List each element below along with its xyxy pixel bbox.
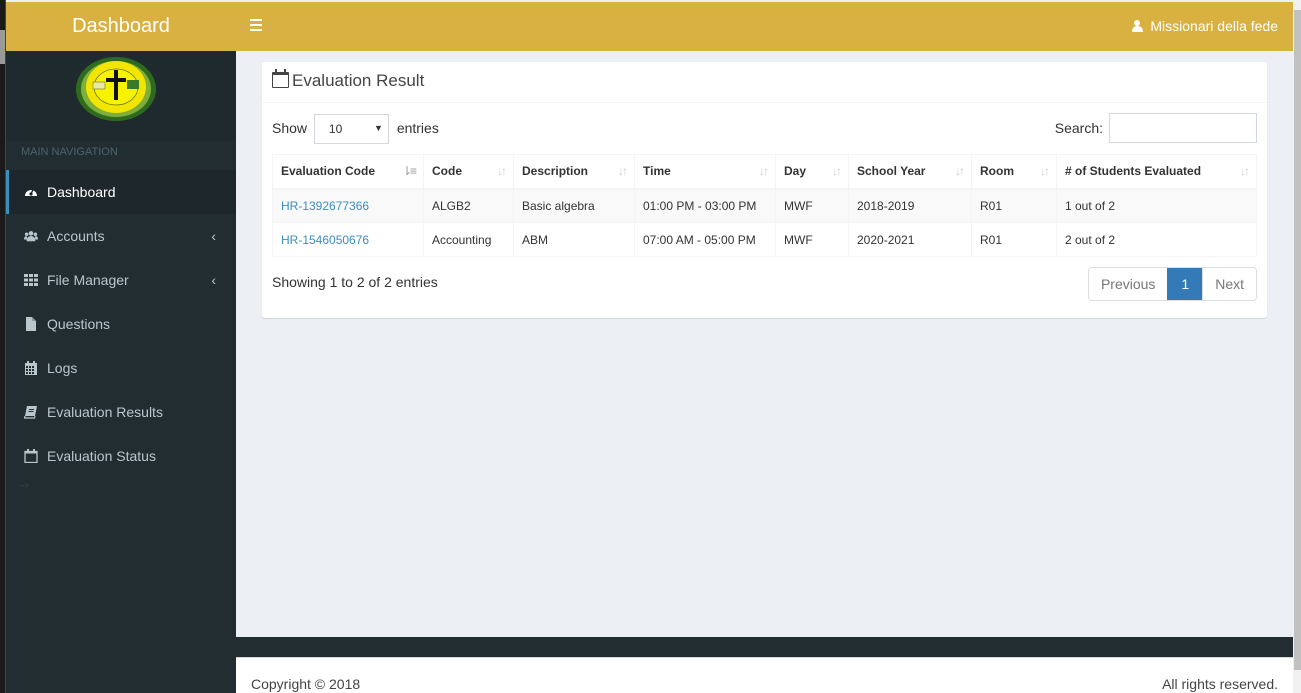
column-header-room[interactable]: Room ↓↑ <box>971 154 1057 190</box>
window-edge-chip <box>0 30 5 64</box>
table-info: Showing 1 to 2 of 2 entries <box>272 274 438 290</box>
cell-school-year: 2020-2021 <box>848 222 972 257</box>
sidebar-item-evaluation-status[interactable]: Evaluation Status <box>6 434 236 478</box>
sidebar-item-label: Logs <box>47 360 78 376</box>
sidebar-item-label: Accounts <box>47 228 105 244</box>
sidebar-item-file-manager[interactable]: File Manager ‹ <box>6 258 236 302</box>
brand-title[interactable]: Dashboard <box>6 2 236 51</box>
sidebar-item-logs[interactable]: Logs <box>6 346 236 390</box>
evaluation-table: Evaluation Code ⇂≡ Code ↓↑ Description ↓↑ T… <box>272 154 1257 257</box>
column-header-day[interactable]: Day ↓↑ <box>775 154 849 190</box>
calendar-o-icon <box>272 69 289 88</box>
evaluation-result-box: Evaluation Result Show 10 ▼ entries Searc… <box>262 62 1267 318</box>
entries-select[interactable]: 10 <box>313 114 389 144</box>
hamburger-icon[interactable] <box>250 16 264 36</box>
cell-description: ABM <box>513 222 635 257</box>
cell-school-year: 2018-2019 <box>848 188 972 223</box>
nav-header: MAIN NAVIGATION <box>21 146 118 158</box>
sidebar-item-label: Evaluation Results <box>47 404 163 420</box>
cell-day: MWF <box>775 222 849 257</box>
sidebar-item-accounts[interactable]: Accounts ‹ <box>6 214 236 258</box>
sort-icon: ↓↑ <box>759 164 769 178</box>
user-icon <box>1132 20 1144 32</box>
length-prefix: Show <box>272 120 308 136</box>
sidebar-item-label: File Manager <box>47 272 129 288</box>
top-header: Dashboard Missionari della fede <box>6 2 1293 51</box>
table-row: HR-1546050676 Accounting ABM 07:00 AM - … <box>272 222 1257 257</box>
file-icon <box>26 317 36 331</box>
box-title-text: Evaluation Result <box>292 71 425 90</box>
pagination: Previous 1 Next <box>1087 267 1257 301</box>
logo-area <box>6 51 236 141</box>
search-control: Search: <box>1055 113 1257 143</box>
sort-icon: ↓↑ <box>497 164 507 178</box>
entries-length-control: Show 10 ▼ entries <box>272 113 439 144</box>
stray-comment-text: --> <box>19 481 29 490</box>
calendar-icon <box>25 361 37 375</box>
cell-code: ALGB2 <box>423 188 514 223</box>
box-title: Evaluation Result <box>272 62 1267 100</box>
cell-day: MWF <box>775 188 849 223</box>
table-header-row: Evaluation Code ⇂≡ Code ↓↑ Description ↓↑ T… <box>272 154 1257 190</box>
page-1-button[interactable]: 1 <box>1167 268 1203 300</box>
user-menu[interactable]: Missionari della fede <box>1132 2 1278 51</box>
scrollbar-thumb[interactable] <box>1294 10 1301 670</box>
sidebar-item-questions[interactable]: Questions <box>6 302 236 346</box>
sidebar-item-label: Evaluation Status <box>47 448 156 464</box>
logo <box>76 57 156 121</box>
search-label: Search: <box>1054 120 1103 136</box>
column-header-time[interactable]: Time ↓↑ <box>634 154 776 190</box>
column-header-description[interactable]: Description ↓↑ <box>513 154 635 190</box>
sort-icon: ↓↑ <box>1240 164 1250 178</box>
sidebar-item-evaluation-results[interactable]: Evaluation Results <box>6 390 236 434</box>
calendar-o-icon <box>24 449 38 463</box>
sort-icon: ↓↑ <box>618 164 628 178</box>
next-button[interactable]: Next <box>1202 268 1256 300</box>
cell-students-evaluated: 2 out of 2 <box>1056 222 1257 257</box>
sort-icon: ↓↑ <box>1040 164 1050 178</box>
cell-time: 07:00 AM - 05:00 PM <box>634 222 776 257</box>
column-header-code[interactable]: Code ↓↑ <box>423 154 514 190</box>
rights-text: All rights reserved. <box>1162 676 1278 692</box>
cell-room: R01 <box>971 222 1057 257</box>
user-name: Missionari della fede <box>1150 18 1278 34</box>
sidebar-item-label: Dashboard <box>47 184 116 200</box>
chevron-left-icon: ‹ <box>211 228 216 244</box>
users-icon <box>24 231 38 242</box>
chevron-left-icon: ‹ <box>211 272 216 288</box>
cell-evaluation-code: HR-1392677366 <box>272 188 424 223</box>
cell-time: 01:00 PM - 03:00 PM <box>634 188 776 223</box>
cell-description: Basic algebra <box>513 188 635 223</box>
book-icon <box>24 406 37 419</box>
copyright-text: Copyright © 2018 <box>251 676 361 692</box>
search-input[interactable] <box>1109 113 1257 143</box>
sidebar-item-dashboard[interactable]: Dashboard <box>6 170 236 214</box>
table-row: HR-1392677366 ALGB2 Basic algebra 01:00 … <box>272 188 1257 223</box>
evaluation-code-link[interactable]: HR-1392677366 <box>281 199 369 213</box>
sidebar: MAIN NAVIGATION Dashboard Accounts ‹ Fil… <box>6 51 236 693</box>
sort-icon: ↓↑ <box>955 164 965 178</box>
column-header-students-evaluated[interactable]: # of Students Evaluated ↓↑ <box>1056 154 1257 190</box>
sidebar-item-label: Questions <box>47 316 111 332</box>
column-header-evaluation-code[interactable]: Evaluation Code ⇂≡ <box>272 154 424 190</box>
evaluation-code-link[interactable]: HR-1546050676 <box>281 233 369 247</box>
dashboard-gauge-icon <box>25 189 37 196</box>
sort-icon: ↓↑ <box>832 164 842 178</box>
previous-button[interactable]: Previous <box>1088 268 1168 300</box>
main-content: Evaluation Result Show 10 ▼ entries Searc… <box>236 51 1293 637</box>
sidebar-nav: Dashboard Accounts ‹ File Manager ‹ Ques… <box>6 170 236 478</box>
box-header: Evaluation Result <box>262 62 1267 103</box>
footer-divider-band <box>236 637 1293 657</box>
page-scrollbar[interactable] <box>1293 0 1301 693</box>
cell-students-evaluated: 1 out of 2 <box>1056 188 1257 223</box>
length-suffix: entries <box>396 120 439 136</box>
sort-asc-icon: ⇂≡ <box>401 164 417 178</box>
cell-evaluation-code: HR-1546050676 <box>272 222 424 257</box>
column-header-school-year[interactable]: School Year ↓↑ <box>848 154 972 190</box>
grid-icon <box>24 274 38 286</box>
cell-room: R01 <box>971 188 1057 223</box>
footer: Copyright © 2018 All rights reserved. <box>236 657 1293 693</box>
cell-code: Accounting <box>423 222 514 257</box>
